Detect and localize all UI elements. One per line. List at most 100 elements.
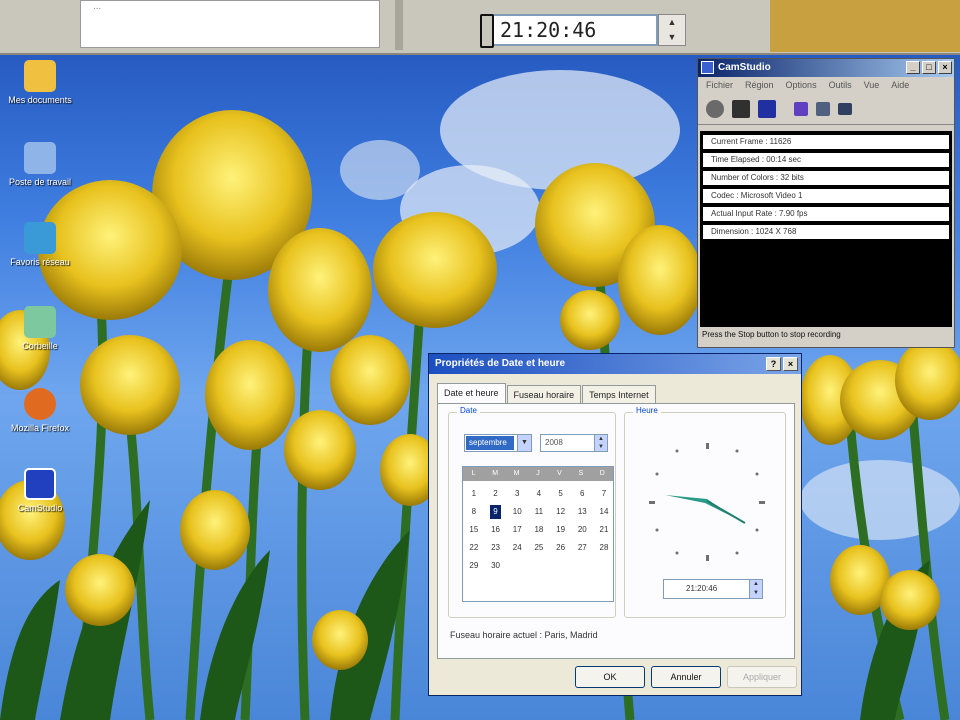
time-field-large[interactable]: 21:20:46 [492, 14, 658, 46]
weekday-header: L M M J V S D [463, 467, 613, 481]
tab-timezone[interactable]: Fuseau horaire [506, 385, 582, 403]
clock-dot-7 [675, 551, 679, 555]
help-button[interactable]: ? [766, 357, 781, 371]
month-value: septembre [466, 436, 514, 450]
calendar-day[interactable]: 15 [463, 521, 485, 539]
stat-colors: Number of Colors : 32 bits [703, 171, 949, 185]
year-spinner[interactable]: 2008 ▲ ▼ [540, 434, 608, 452]
desktop-icon-my-documents[interactable]: Mes documents [0, 60, 80, 105]
clock-tick-6 [706, 555, 709, 561]
minimize-button[interactable]: _ [906, 61, 920, 74]
clock-tick-12 [706, 443, 709, 449]
calendar-day[interactable]: 21 [593, 521, 615, 539]
web-icon[interactable] [838, 102, 852, 115]
calendar-day[interactable]: 17 [506, 521, 528, 539]
desktop-icon-my-computer[interactable]: Poste de travail [0, 142, 80, 187]
clock-dot-11 [675, 449, 679, 453]
dialog-close-button[interactable]: × [783, 357, 798, 371]
calendar-day[interactable]: 9 [490, 505, 502, 519]
calendar-day[interactable]: 1 [463, 485, 485, 503]
divider [395, 0, 403, 50]
dialog-title: Propriétés de Date et heure [435, 358, 566, 369]
calendar-day[interactable]: 30 [485, 557, 507, 575]
desktop-icon-network[interactable]: Favoris réseau [0, 222, 80, 267]
time-group-title: Heure [633, 406, 661, 415]
time-down-icon[interactable]: ▼ [750, 589, 762, 598]
menu-tools[interactable]: Outils [829, 77, 852, 93]
spin-down-icon[interactable]: ▼ [659, 30, 685, 45]
record-icon[interactable] [706, 99, 724, 118]
calendar-day[interactable]: 5 [550, 485, 572, 503]
menu-file[interactable]: Fichier [706, 77, 733, 93]
calendar-day[interactable]: 12 [550, 503, 572, 521]
desktop-icon-recycle-bin[interactable]: Corbeille [0, 306, 80, 351]
calendar-day[interactable]: 8 [463, 503, 485, 521]
recorder-status-text: Press the Stop button to stop recording [702, 330, 841, 339]
calendar-day[interactable]: 11 [528, 503, 550, 521]
dialog-titlebar[interactable]: Propriétés de Date et heure ? × [429, 354, 801, 374]
year-up-icon[interactable]: ▲ [595, 435, 607, 443]
maximize-button[interactable]: □ [922, 61, 936, 74]
annotate-icon[interactable] [794, 101, 808, 116]
time-up-icon[interactable]: ▲ [750, 580, 762, 589]
cancel-button[interactable]: Annuler [651, 666, 721, 688]
pause-icon[interactable] [732, 99, 750, 118]
tab-internet-time[interactable]: Temps Internet [582, 385, 656, 403]
calendar-day[interactable]: 19 [550, 521, 572, 539]
calendar-day[interactable]: 24 [506, 539, 528, 557]
parent-window-strip: ... 21:20:46 ▲ ▼ [0, 0, 960, 55]
recorder-toolbar [698, 93, 954, 125]
date-group-title: Date [457, 406, 480, 415]
menu-help[interactable]: Aide [891, 77, 909, 93]
calendar-day[interactable]: 28 [593, 539, 615, 557]
month-select[interactable]: septembre ▼ [464, 434, 532, 452]
spin-up-icon[interactable]: ▲ [659, 15, 685, 30]
time-spinner-large[interactable]: ▲ ▼ [658, 14, 686, 46]
stat-dimension: Dimension : 1024 X 768 [703, 225, 949, 239]
recorder-menubar: Fichier Région Options Outils Vue Aide [698, 77, 954, 93]
year-down-icon[interactable]: ▼ [595, 443, 607, 451]
calendar-day[interactable]: 3 [506, 485, 528, 503]
apply-button[interactable]: Appliquer [727, 666, 797, 688]
calendar-day[interactable]: 25 [528, 539, 550, 557]
calendar-day[interactable]: 6 [571, 485, 593, 503]
time-spinner[interactable]: 21:20:46 ▲ ▼ [663, 579, 763, 599]
stop-icon[interactable] [758, 99, 776, 118]
recorder-titlebar[interactable]: CamStudio _ □ × [698, 59, 954, 77]
stat-codec: Codec : Microsoft Video 1 [703, 189, 949, 203]
desktop-icon-firefox[interactable]: Mozilla Firefox [0, 388, 80, 433]
calendar-day[interactable]: 23 [485, 539, 507, 557]
calendar-day[interactable]: 10 [506, 503, 528, 521]
menu-region[interactable]: Région [745, 77, 774, 93]
clock-dot-2 [755, 472, 759, 476]
calendar-day[interactable]: 13 [571, 503, 593, 521]
calendar-day[interactable]: 16 [485, 521, 507, 539]
desktop-icon-camstudio[interactable]: CamStudio [0, 468, 80, 513]
calendar-day[interactable]: 2 [485, 485, 507, 503]
calendar-day[interactable]: 4 [528, 485, 550, 503]
folder-icon [24, 60, 56, 92]
tab-date-time[interactable]: Date et heure [437, 383, 506, 403]
text-cursor-icon [480, 14, 494, 48]
clock-hour-hand [665, 495, 737, 519]
clock-dot-5 [735, 551, 739, 555]
calendar-day[interactable]: 29 [463, 557, 485, 575]
calendar-day[interactable]: 18 [528, 521, 550, 539]
parent-wallpaper-fragment [770, 0, 960, 52]
clock-minute-hand [706, 500, 746, 524]
calendar-day[interactable]: 22 [463, 539, 485, 557]
close-button[interactable]: × [938, 61, 952, 74]
menu-options[interactable]: Options [786, 77, 817, 93]
calendar-day[interactable]: 14 [593, 503, 615, 521]
settings-icon[interactable] [816, 101, 830, 116]
chevron-down-icon[interactable]: ▼ [517, 435, 531, 451]
calendar-day[interactable]: 7 [593, 485, 615, 503]
calendar-day[interactable]: 26 [550, 539, 572, 557]
date-time-dialog: Propriétés de Date et heure ? × Date et … [428, 353, 802, 696]
menu-view[interactable]: Vue [864, 77, 880, 93]
calendar-day[interactable]: 27 [571, 539, 593, 557]
ok-button[interactable]: OK [575, 666, 645, 688]
time-groupbox: Heure 21:20:46 ▲ ▼ [624, 406, 786, 618]
calendar-day[interactable]: 20 [571, 521, 593, 539]
computer-icon [24, 142, 56, 174]
